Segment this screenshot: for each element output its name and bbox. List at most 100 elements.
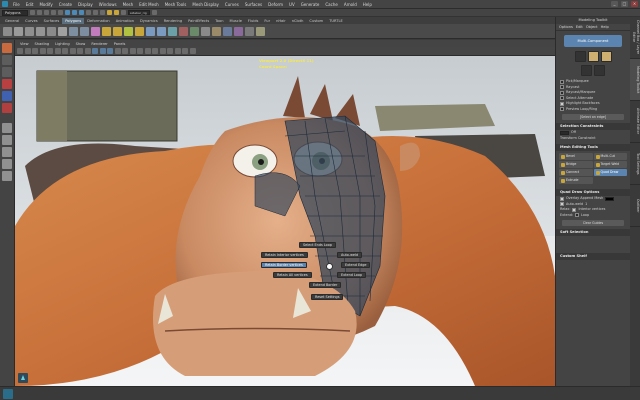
torus-icon[interactable] (58, 26, 67, 36)
render-icon[interactable] (107, 10, 112, 15)
minimize-button[interactable]: _ (611, 1, 618, 7)
select-alternate-checkbox[interactable] (560, 96, 564, 101)
overlay-checkbox[interactable] (560, 196, 564, 201)
four-view-layout-icon[interactable] (2, 135, 12, 145)
menu-generate[interactable]: Generate (298, 0, 323, 9)
viewport-menu-view[interactable]: View (17, 42, 32, 46)
mm-retain-all[interactable]: Retain All vertices (273, 272, 312, 278)
mm-retain-interior[interactable]: Retain Interior vertices (261, 252, 308, 258)
separate-icon[interactable] (80, 26, 89, 36)
menu-modify[interactable]: Modify (36, 0, 55, 9)
fill-hole-icon[interactable] (201, 26, 210, 36)
viewport-menu-lighting[interactable]: Lighting (52, 42, 73, 46)
mm-extend-edge[interactable]: Extend Edge (341, 262, 371, 268)
menu-help[interactable]: Help (360, 0, 375, 9)
menu-cache[interactable]: Cache (322, 0, 340, 9)
select-object-icon[interactable] (72, 10, 77, 15)
menu-display[interactable]: Display (75, 0, 96, 9)
save-scene-icon[interactable] (44, 10, 49, 15)
extrude-tool-button[interactable]: Extrude (559, 177, 593, 184)
sculpt-icon[interactable] (234, 26, 243, 36)
cone-icon[interactable] (36, 26, 45, 36)
menu-file[interactable]: File (10, 0, 23, 9)
maximize-button[interactable]: □ (621, 1, 628, 7)
lock-icon[interactable] (152, 10, 157, 15)
quad-draw-options-header[interactable]: Quad Draw Options (556, 189, 630, 196)
menu-arnold[interactable]: Arnold (341, 0, 360, 9)
multi-cut-icon[interactable] (157, 26, 166, 36)
panel-menu-object[interactable]: Object (586, 25, 598, 29)
custom-shelf-header[interactable]: Custom Shelf (556, 253, 630, 260)
motion-blur-icon[interactable] (144, 48, 151, 54)
viewport-menu-shading[interactable]: Shading (32, 42, 53, 46)
mm-extend-loop[interactable]: Extend Loop (337, 272, 367, 278)
highlight-backfaces-checkbox[interactable] (560, 101, 564, 106)
face-mode-icon[interactable] (600, 51, 612, 62)
clear-guides-button[interactable]: Clear Guides (562, 220, 624, 226)
mirror-icon[interactable] (179, 26, 188, 36)
render-settings-icon[interactable] (121, 10, 126, 15)
field-chart-icon[interactable] (77, 48, 83, 54)
search-field[interactable]: sidebar_rig (128, 10, 150, 15)
depth-of-field-icon[interactable] (159, 48, 166, 54)
mm-select-ends-loop[interactable]: Select Ends Loop (299, 242, 336, 248)
overlay-color-swatch[interactable] (605, 196, 615, 201)
multi-component-button[interactable]: Multi-Component (564, 35, 622, 47)
transform-constraint-label[interactable]: Transform Constraint (556, 136, 630, 142)
viewport-menu-renderer[interactable]: Renderer (88, 42, 110, 46)
menu-edit[interactable]: Edit (23, 0, 37, 9)
select-camera-icon[interactable] (17, 48, 23, 54)
merge-icon[interactable] (135, 26, 144, 36)
side-tab-attribute-editor[interactable]: Attribute Editor (630, 101, 640, 143)
plane-icon[interactable] (47, 26, 56, 36)
edge-mode-icon[interactable] (587, 51, 599, 62)
wireframe-icon[interactable] (92, 48, 98, 54)
panel-menu-help[interactable]: Help (601, 25, 609, 29)
new-scene-icon[interactable] (30, 10, 35, 15)
constraint-dropdown[interactable] (560, 130, 569, 135)
uv-editor-icon[interactable] (190, 26, 199, 36)
menu-uv[interactable]: UV (286, 0, 298, 9)
mm-retain-border[interactable]: Retain Border vertices (261, 262, 307, 268)
bookmark-icon[interactable] (32, 48, 38, 54)
retopo-icon[interactable] (245, 26, 254, 36)
safe-action-icon[interactable] (84, 48, 91, 54)
film-gate-icon[interactable] (54, 48, 61, 54)
redo-icon[interactable] (58, 10, 63, 15)
select-component-icon[interactable] (79, 10, 84, 15)
panel-menu-edit[interactable]: Edit (576, 25, 583, 29)
scale-tool-icon[interactable] (2, 103, 12, 113)
paint-select-icon[interactable] (2, 67, 12, 77)
wireframe-on-shaded-icon[interactable] (107, 48, 113, 54)
menu-deform[interactable]: Deform (265, 0, 286, 9)
menu-edit-mesh[interactable]: Edit Mesh (136, 0, 162, 9)
selection-constraints-header[interactable]: Selection Constraints (556, 123, 630, 130)
target-weld-tool-button[interactable]: Target Weld (593, 161, 627, 168)
cylinder-icon[interactable] (25, 26, 34, 36)
mesh-editing-tools-header[interactable]: Mesh Editing Tools (556, 144, 630, 151)
snap-point-icon[interactable] (100, 10, 105, 15)
side-tab-outliner[interactable]: Outliner (630, 185, 640, 227)
ambient-occlusion-icon[interactable] (137, 48, 143, 54)
menu-mesh[interactable]: Mesh (120, 0, 137, 9)
side-tab-modeling-toolkit[interactable]: Modeling Toolkit (630, 59, 640, 101)
gate-mask-icon[interactable] (69, 48, 76, 54)
open-scene-icon[interactable] (37, 10, 42, 15)
menu-curves[interactable]: Curves (222, 0, 242, 9)
extrude-icon[interactable] (102, 26, 111, 36)
uv-mode-icon[interactable] (581, 65, 592, 76)
smooth-shade-icon[interactable] (99, 48, 106, 54)
select-hierarchy-icon[interactable] (65, 10, 70, 15)
viewport-menu-show[interactable]: Show (73, 42, 89, 46)
bridge-icon[interactable] (113, 26, 122, 36)
undo-icon[interactable] (51, 10, 56, 15)
perspective-viewport[interactable]: Viewport 2.0 (DirectX 11) Coord Space: S… (15, 56, 555, 386)
lock-camera-icon[interactable] (24, 48, 31, 54)
extend-checkbox[interactable] (575, 213, 580, 218)
cube-icon[interactable] (14, 26, 23, 36)
quad-draw-tool-button[interactable]: Quad Draw (593, 169, 627, 176)
move-tool-icon[interactable] (2, 79, 12, 89)
menu-create[interactable]: Create (56, 0, 75, 9)
ipr-render-icon[interactable] (114, 10, 119, 15)
raycast-marquee-checkbox[interactable] (560, 90, 564, 95)
